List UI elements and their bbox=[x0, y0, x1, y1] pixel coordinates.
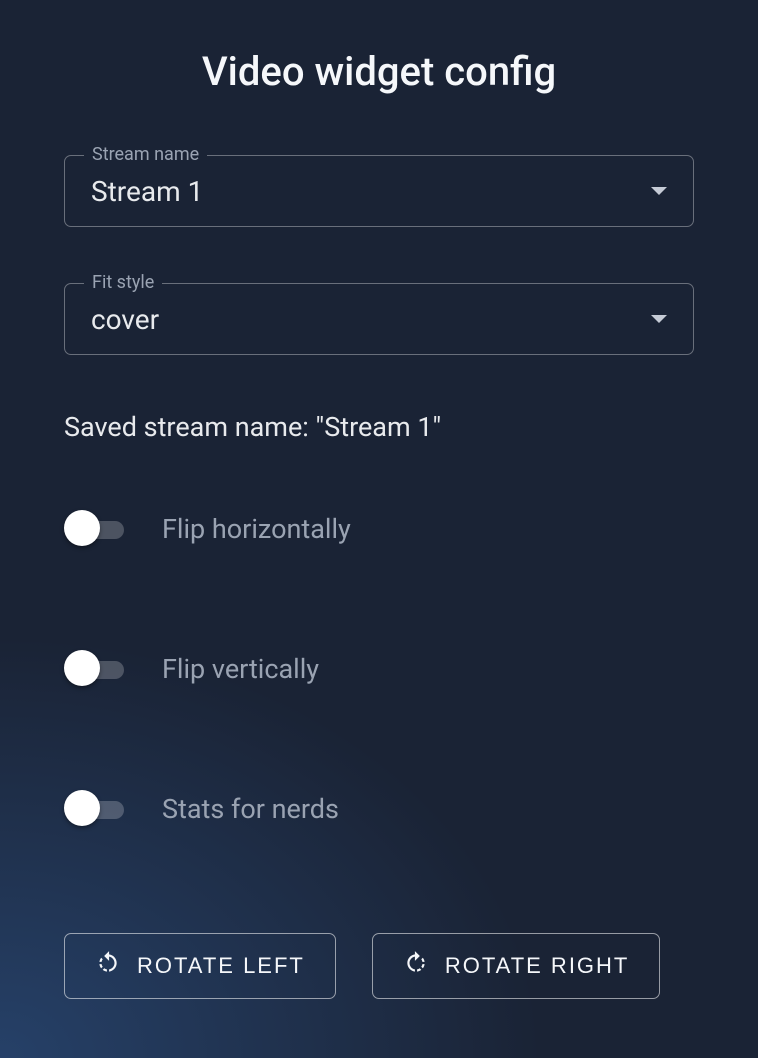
fit-style-label: Fit style bbox=[84, 272, 162, 293]
config-panel: Video widget config Stream name Stream 1… bbox=[0, 0, 758, 1058]
flip-horizontal-row: Flip horizontally bbox=[64, 513, 694, 545]
rotate-right-button[interactable]: ROTATE RIGHT bbox=[372, 933, 661, 999]
rotate-left-button[interactable]: ROTATE LEFT bbox=[64, 933, 336, 999]
chevron-down-icon bbox=[651, 315, 667, 323]
rotate-right-label: ROTATE RIGHT bbox=[445, 953, 630, 979]
flip-vertical-row: Flip vertically bbox=[64, 653, 694, 685]
stream-name-select[interactable]: Stream 1 bbox=[64, 155, 694, 227]
stream-name-label: Stream name bbox=[84, 144, 207, 165]
rotate-left-icon bbox=[95, 950, 121, 982]
flip-vertical-label: Flip vertically bbox=[162, 653, 319, 685]
rotate-right-icon bbox=[403, 950, 429, 982]
saved-stream-text: Saved stream name: "Stream 1" bbox=[64, 411, 694, 443]
flip-vertical-toggle[interactable] bbox=[64, 657, 134, 681]
stream-name-field: Stream name Stream 1 bbox=[64, 155, 694, 227]
flip-horizontal-label: Flip horizontally bbox=[162, 513, 351, 545]
page-title: Video widget config bbox=[64, 0, 694, 155]
stream-name-value: Stream 1 bbox=[91, 175, 203, 208]
rotate-left-label: ROTATE LEFT bbox=[137, 953, 305, 979]
stats-label: Stats for nerds bbox=[162, 793, 339, 825]
chevron-down-icon bbox=[651, 187, 667, 195]
fit-style-select[interactable]: cover bbox=[64, 283, 694, 355]
stats-row: Stats for nerds bbox=[64, 793, 694, 825]
fit-style-field: Fit style cover bbox=[64, 283, 694, 355]
fit-style-value: cover bbox=[91, 303, 159, 336]
flip-horizontal-toggle[interactable] bbox=[64, 517, 134, 541]
stats-toggle[interactable] bbox=[64, 797, 134, 821]
rotate-buttons: ROTATE LEFT ROTATE RIGHT bbox=[64, 933, 694, 999]
